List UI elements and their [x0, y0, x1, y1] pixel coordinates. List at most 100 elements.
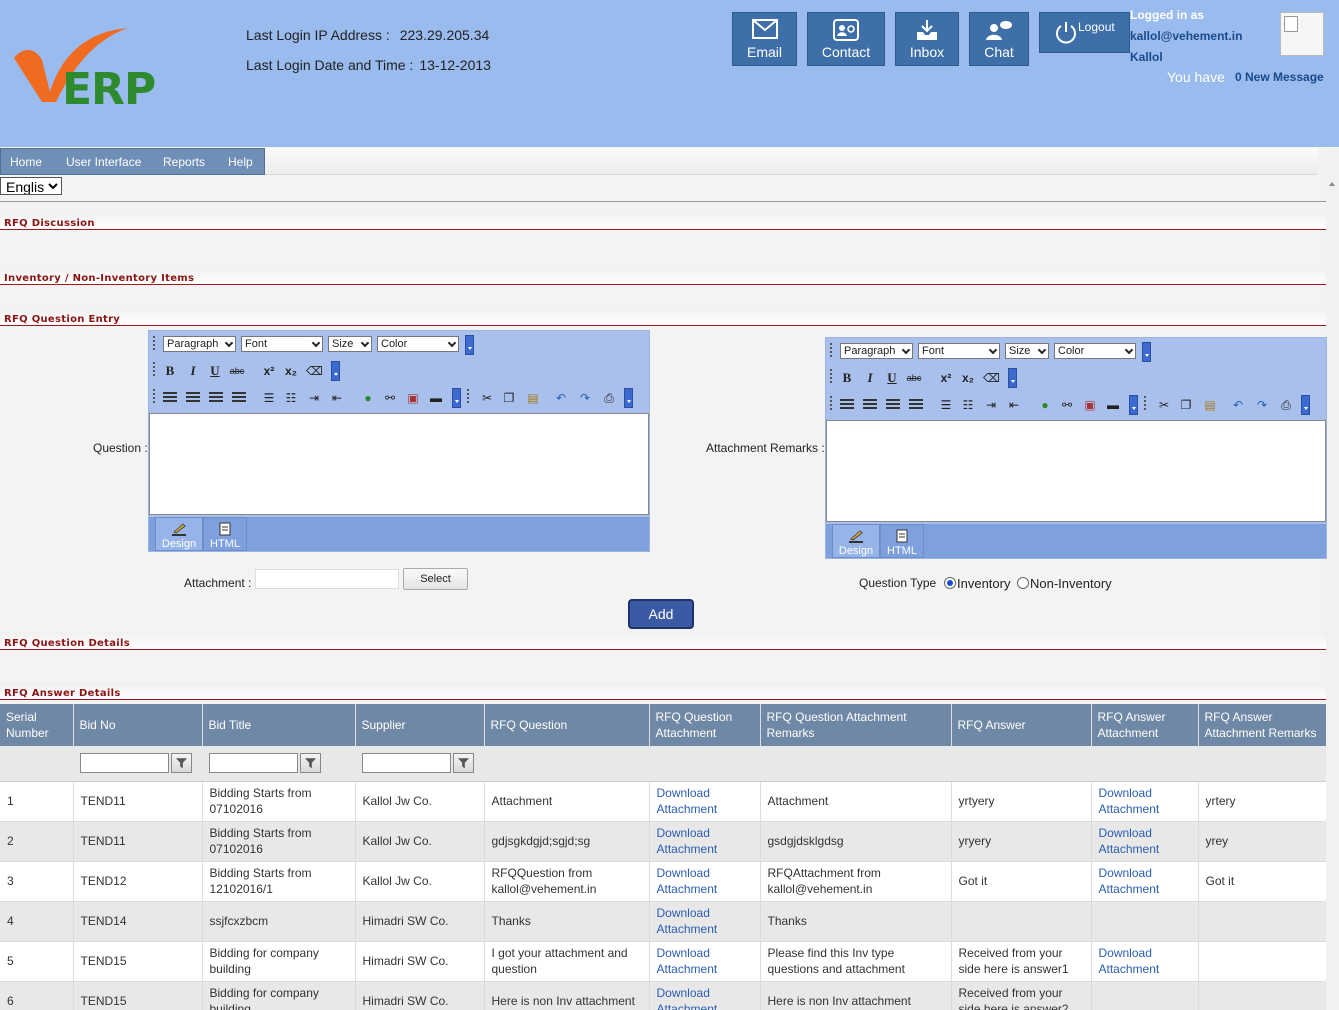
- bold-icon[interactable]: B: [162, 363, 178, 379]
- funnel-icon[interactable]: [453, 753, 474, 774]
- column-header[interactable]: Serial Number: [0, 704, 74, 746]
- align-right-icon[interactable]: [209, 392, 223, 404]
- redo-icon[interactable]: ↷: [577, 390, 593, 406]
- copy-icon[interactable]: ❐: [501, 390, 517, 406]
- font-select[interactable]: Font: [918, 343, 1000, 359]
- toolbar-options-icon[interactable]: [1301, 395, 1310, 415]
- download-attachment-link[interactable]: Download Attachment: [657, 946, 718, 976]
- language-select[interactable]: English: [0, 177, 62, 195]
- bullet-list-icon[interactable]: ☰: [938, 397, 954, 413]
- paragraph-select[interactable]: Paragraph: [840, 343, 913, 359]
- unlink-icon[interactable]: ⚯: [1059, 397, 1075, 413]
- paste-icon[interactable]: ▤: [1202, 397, 1218, 413]
- paste-icon[interactable]: ▤: [525, 390, 541, 406]
- indent-icon[interactable]: ⇥: [306, 390, 322, 406]
- justify-icon[interactable]: [909, 399, 923, 411]
- menu-user-interface[interactable]: User Interface: [66, 155, 141, 169]
- column-header[interactable]: RFQ Question Attachment: [649, 704, 761, 746]
- toolbar-options-icon[interactable]: [624, 388, 633, 408]
- column-header[interactable]: RFQ Answer: [951, 704, 1092, 746]
- align-center-icon[interactable]: [186, 392, 200, 404]
- download-attachment-link[interactable]: Download Attachment: [657, 866, 718, 896]
- avatar[interactable]: [1280, 12, 1324, 56]
- column-header[interactable]: RFQ Question: [484, 704, 650, 746]
- superscript-icon[interactable]: x²: [938, 370, 954, 386]
- column-header[interactable]: RFQ Question Attachment Remarks: [760, 704, 952, 746]
- size-select[interactable]: Size: [1005, 343, 1049, 359]
- toolbar-options-icon[interactable]: [1142, 342, 1151, 362]
- size-select[interactable]: Size: [328, 336, 372, 352]
- column-header[interactable]: Bid Title: [202, 704, 356, 746]
- chat-button[interactable]: Chat: [969, 12, 1029, 66]
- table-row[interactable]: 5 TEND15 Bidding for company building Himad…: [0, 941, 1326, 982]
- attachment-file-input[interactable]: [255, 569, 399, 589]
- eraser-icon[interactable]: ⌫: [983, 370, 1000, 386]
- tab-html[interactable]: HTML: [880, 524, 924, 558]
- italic-icon[interactable]: I: [185, 363, 201, 379]
- table-row[interactable]: 1 TEND11 Bidding Starts from 07102016 Kallo…: [0, 781, 1326, 822]
- download-attachment-link[interactable]: Download Attachment: [1099, 866, 1160, 896]
- funnel-icon[interactable]: [171, 753, 192, 774]
- indent-icon[interactable]: ⇥: [983, 397, 999, 413]
- numbered-list-icon[interactable]: ☷: [283, 390, 299, 406]
- table-row[interactable]: 2 TEND11 Bidding Starts from 07102016 Kallo…: [0, 821, 1326, 862]
- attachment-remarks-textarea[interactable]: [826, 420, 1326, 522]
- toolbar-options-icon[interactable]: [465, 335, 474, 355]
- paragraph-select[interactable]: Paragraph: [163, 336, 236, 352]
- inbox-button[interactable]: Inbox: [895, 12, 959, 66]
- superscript-icon[interactable]: x²: [261, 363, 277, 379]
- vertical-scrollbar[interactable]: [1326, 148, 1339, 1010]
- download-attachment-link[interactable]: Download Attachment: [657, 786, 718, 816]
- unlink-icon[interactable]: ⚯: [382, 390, 398, 406]
- email-button[interactable]: Email: [732, 12, 797, 66]
- download-attachment-link[interactable]: Download Attachment: [1099, 786, 1160, 816]
- horizontal-rule-icon[interactable]: ▬: [1105, 397, 1121, 413]
- download-attachment-link[interactable]: Download Attachment: [657, 986, 718, 1010]
- download-attachment-link[interactable]: Download Attachment: [657, 826, 718, 856]
- menu-home[interactable]: Home: [10, 155, 42, 169]
- select-file-button[interactable]: Select: [403, 568, 468, 590]
- image-icon[interactable]: ▣: [1082, 397, 1098, 413]
- bid-title-filter-input[interactable]: [209, 753, 298, 774]
- image-icon[interactable]: ▣: [405, 390, 421, 406]
- table-row[interactable]: 3 TEND12 Bidding Starts from 12102016/1 Kal…: [0, 861, 1326, 902]
- bid-no-filter-input[interactable]: [80, 753, 169, 774]
- link-icon[interactable]: ●: [360, 390, 376, 406]
- print-icon[interactable]: ⎙: [1278, 397, 1294, 413]
- cut-icon[interactable]: ✂: [1156, 397, 1172, 413]
- color-select[interactable]: Color: [377, 336, 459, 352]
- toolbar-options-icon[interactable]: [1129, 395, 1138, 415]
- underline-icon[interactable]: U: [207, 363, 223, 379]
- font-select[interactable]: Font: [241, 336, 323, 352]
- download-attachment-link[interactable]: Download Attachment: [1099, 946, 1160, 976]
- copy-icon[interactable]: ❐: [1178, 397, 1194, 413]
- tab-design[interactable]: Design: [155, 517, 203, 551]
- strikethrough-icon[interactable]: abc: [906, 370, 922, 386]
- eraser-icon[interactable]: ⌫: [306, 363, 323, 379]
- strikethrough-icon[interactable]: abc: [229, 363, 245, 379]
- supplier-filter-input[interactable]: [362, 753, 451, 774]
- undo-icon[interactable]: ↶: [553, 390, 569, 406]
- menu-help[interactable]: Help: [228, 155, 253, 169]
- contact-button[interactable]: Contact: [807, 12, 885, 66]
- menu-reports[interactable]: Reports: [163, 155, 205, 169]
- download-attachment-link[interactable]: Download Attachment: [1099, 826, 1160, 856]
- subscript-icon[interactable]: x₂: [960, 370, 976, 386]
- table-row[interactable]: 6 TEND15 Bidding for company building Himad…: [0, 981, 1326, 1010]
- numbered-list-icon[interactable]: ☷: [960, 397, 976, 413]
- logout-button[interactable]: Logout: [1039, 12, 1130, 53]
- undo-icon[interactable]: ↶: [1230, 397, 1246, 413]
- column-header[interactable]: Bid No: [73, 704, 203, 746]
- redo-icon[interactable]: ↷: [1254, 397, 1270, 413]
- justify-icon[interactable]: [232, 392, 246, 404]
- column-header[interactable]: RFQ Answer Attachment: [1091, 704, 1199, 746]
- question-textarea[interactable]: [149, 413, 649, 515]
- horizontal-rule-icon[interactable]: ▬: [428, 390, 444, 406]
- new-message-link[interactable]: 0 New Message: [1235, 70, 1324, 84]
- tab-html[interactable]: HTML: [203, 517, 247, 551]
- toolbar-options-icon[interactable]: [452, 388, 461, 408]
- radio-inventory[interactable]: [944, 577, 956, 589]
- table-row[interactable]: 4 TEND14 ssjfcxzbcm Himadri SW Co. Thanks Dow…: [0, 901, 1326, 942]
- radio-non-inventory[interactable]: [1017, 577, 1029, 589]
- italic-icon[interactable]: I: [862, 370, 878, 386]
